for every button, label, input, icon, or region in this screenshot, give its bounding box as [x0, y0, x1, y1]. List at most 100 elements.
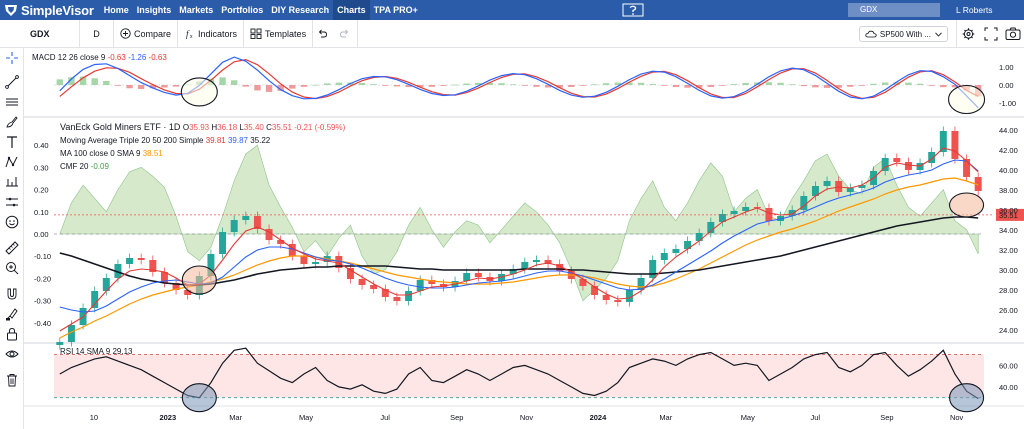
macd-histogram-bar: [172, 85, 180, 87]
price-axis-tick-label: 38.00: [999, 186, 1018, 195]
prediction-icon[interactable]: [4, 174, 20, 190]
stay-drawing-icon[interactable]: [4, 306, 20, 322]
price-candle: [416, 280, 424, 291]
undo-button[interactable]: [313, 20, 335, 48]
nav-charts[interactable]: Charts: [333, 0, 370, 20]
zoom-in-icon[interactable]: [4, 260, 20, 276]
legend-value: Moving Average Triple 20 50 200 Simple: [60, 136, 206, 145]
pattern-icon[interactable]: [4, 154, 20, 170]
macd-histogram-bar: [114, 85, 122, 86]
top-navigation: SimpleVisor Home Insights Markets Portfo…: [0, 0, 1024, 20]
camera-icon[interactable]: [1002, 20, 1024, 48]
compare-button[interactable]: Compare: [114, 19, 179, 48]
time-axis-tick-label: 2023: [159, 413, 176, 422]
macd-histogram-bar: [161, 85, 168, 88]
nav-home[interactable]: Home: [100, 0, 133, 20]
price-axis-tick-label: 40.00: [999, 166, 1018, 175]
macd-histogram-bar: [940, 85, 947, 88]
macd-histogram-bar: [870, 83, 877, 85]
legend-value: 38.51: [143, 149, 164, 158]
nav-tpa-pro[interactable]: TPA PRO+: [370, 0, 422, 20]
price-candle: [312, 262, 320, 264]
toolbar-right: SP500 With ...: [858, 20, 1024, 48]
macd-histogram-bar: [91, 78, 98, 85]
time-axis-tick-label: Mar: [229, 413, 242, 422]
price-axis-tick-label: 34.00: [999, 226, 1018, 235]
fullscreen-icon[interactable]: [980, 20, 1002, 48]
price-candle: [893, 158, 901, 162]
macd-histogram-bar: [440, 85, 447, 86]
redo-icon: [340, 29, 349, 38]
macd-histogram-bar: [312, 84, 319, 86]
brand-logo[interactable]: SimpleVisor: [0, 0, 100, 20]
chevron-down-icon: [935, 31, 942, 37]
price-candle: [823, 181, 831, 186]
legend-value: 35.22: [250, 136, 271, 145]
symbol-search-input[interactable]: [848, 3, 940, 17]
macd-histogram-bar: [103, 81, 110, 85]
macd-histogram-bar: [230, 80, 238, 85]
templates-button[interactable]: Templates: [244, 19, 314, 48]
macd-histogram-bar: [905, 82, 912, 85]
measure-lines-icon[interactable]: [4, 194, 20, 210]
macd-histogram-bar: [289, 85, 296, 89]
macd-histogram-bar: [765, 82, 773, 85]
settings-gear-icon[interactable]: [956, 20, 980, 48]
macd-histogram-bar: [916, 83, 924, 85]
macd-histogram-bar: [847, 85, 854, 87]
nav-markets[interactable]: Markets: [175, 0, 217, 20]
macd-axis-tick-label: -1.00: [999, 99, 1016, 108]
lock-icon[interactable]: [4, 326, 20, 342]
macd-histogram-bar: [672, 85, 680, 87]
time-axis-tick-label: 2024: [590, 413, 608, 422]
chart-area[interactable]: 1.00 0.00 -1.00 35.51 44.00 42.00 40.00 38.00 36…: [24, 48, 1024, 429]
text-icon[interactable]: [4, 134, 20, 150]
comparison-dropdown[interactable]: SP500 With ...: [858, 26, 948, 42]
price-candle: [695, 233, 703, 241]
macd-histogram-bar: [579, 85, 587, 86]
brush-icon[interactable]: [4, 114, 20, 130]
macd-histogram-bar: [742, 83, 749, 85]
user-menu[interactable]: L Roberts: [956, 0, 993, 20]
cmf-axis-tick-label: 0.30: [34, 163, 49, 172]
price-legend: VanEck Gold Miners ETF · 1D O35.93 H36.1…: [60, 122, 346, 132]
legend-value: 35.51: [272, 123, 294, 132]
crosshair-icon[interactable]: [4, 50, 20, 66]
trash-icon[interactable]: [4, 372, 20, 388]
legend-value: -0.21 (-0.59%): [294, 123, 345, 132]
legend-value: RSI 14 SMA 9: [60, 347, 112, 356]
macd-histogram-bar: [323, 83, 331, 85]
redo-button[interactable]: [335, 19, 359, 48]
emoji-icon[interactable]: [4, 214, 20, 230]
time-axis-tick-label: Jul: [810, 413, 820, 422]
nav-diy-research[interactable]: DIY Research: [267, 0, 333, 20]
price-axis-tick-label: 44.00: [999, 126, 1018, 135]
nav-insights[interactable]: Insights: [133, 0, 176, 20]
indicators-button[interactable]: f x Indicators: [178, 19, 245, 48]
macd-histogram-bar: [126, 85, 133, 89]
nav-portfolios[interactable]: Portfolios: [217, 0, 267, 20]
legend-value: -0.63: [108, 53, 128, 62]
time-axis-tick-label: 10: [90, 413, 98, 422]
horizontal-lines-icon[interactable]: [4, 94, 20, 110]
help-icon[interactable]: [622, 3, 644, 17]
trend-line-icon[interactable]: [4, 74, 20, 90]
price-axis-tick-label: 24.00: [999, 326, 1018, 335]
eye-icon[interactable]: [4, 346, 20, 362]
highlight-circle: [180, 77, 218, 107]
macd-histogram-bar: [242, 85, 250, 87]
symbol-selector[interactable]: GDX: [0, 19, 80, 48]
magnet-icon[interactable]: [4, 286, 20, 302]
macd-histogram-bar: [777, 82, 784, 85]
function-icon: f x: [186, 29, 193, 39]
macd-histogram-bar: [661, 85, 668, 86]
ma-legend: Moving Average Triple 20 50 200 Simple 3…: [60, 136, 271, 145]
legend-value: 35.40: [244, 123, 266, 132]
cmf-axis-tick-label: 0.10: [34, 208, 49, 217]
macd-histogram-bar: [56, 79, 64, 85]
price-candle: [765, 208, 773, 221]
price-candle: [742, 207, 750, 211]
ruler-icon[interactable]: [4, 240, 20, 256]
interval-selector[interactable]: D: [80, 19, 114, 48]
price-candle: [928, 152, 936, 163]
